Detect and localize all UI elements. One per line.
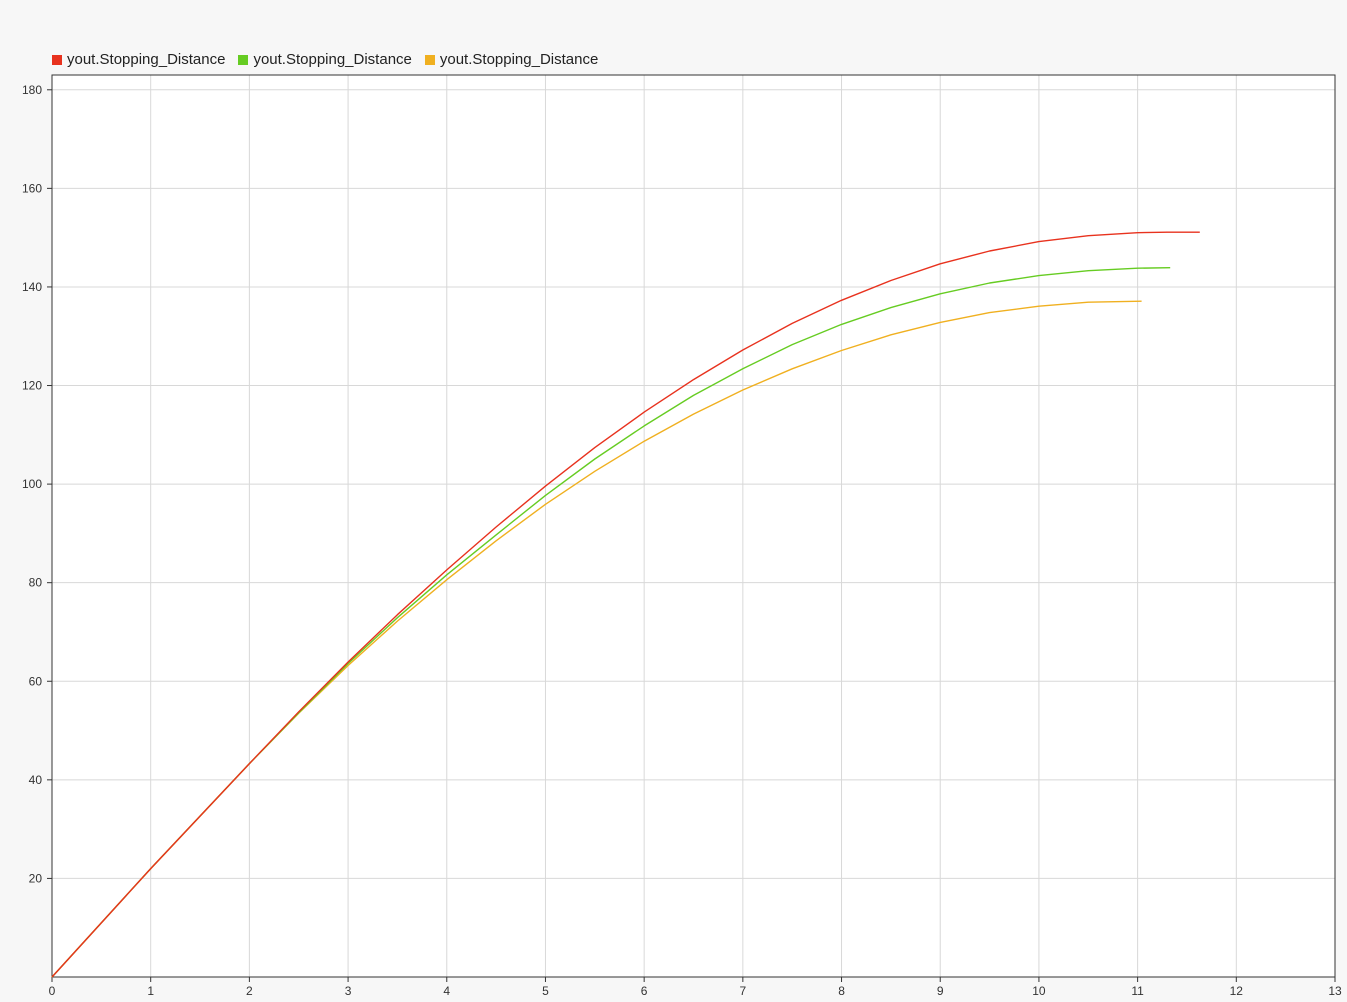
y-tick-label: 160 xyxy=(22,181,42,195)
line-chart: 0 1 2 3 4 5 6 7 8 9 10 11 12 132040608010012014016018… xyxy=(22,74,1342,998)
x-tick-label: 4 xyxy=(443,984,450,998)
x-tick-label: 0 xyxy=(49,984,56,998)
x-tick-label: 12 xyxy=(1230,984,1244,998)
x-tick-label: 8 xyxy=(838,984,845,998)
y-tick-label: 20 xyxy=(29,871,43,885)
x-tick-label: 2 xyxy=(246,984,253,998)
x-tick-label: 6 xyxy=(641,984,648,998)
x-tick-label: 7 xyxy=(740,984,747,998)
x-tick-label: 10 xyxy=(1032,984,1046,998)
x-tick-label: 3 xyxy=(345,984,352,998)
y-tick-label: 180 xyxy=(22,83,42,97)
y-tick-label: 40 xyxy=(29,773,43,787)
plot-area xyxy=(52,75,1335,977)
x-tick-label: 11 xyxy=(1131,984,1144,998)
x-tick-label: 13 xyxy=(1328,984,1342,998)
y-tick-label: 100 xyxy=(22,477,42,491)
y-tick-label: 140 xyxy=(22,280,42,294)
y-tick-label: 60 xyxy=(29,674,43,688)
x-tick-label: 5 xyxy=(542,984,549,998)
y-tick-label: 80 xyxy=(29,576,43,590)
x-tick-label: 1 xyxy=(147,984,154,998)
y-tick-label: 120 xyxy=(22,379,42,393)
x-tick-label: 9 xyxy=(937,984,944,998)
